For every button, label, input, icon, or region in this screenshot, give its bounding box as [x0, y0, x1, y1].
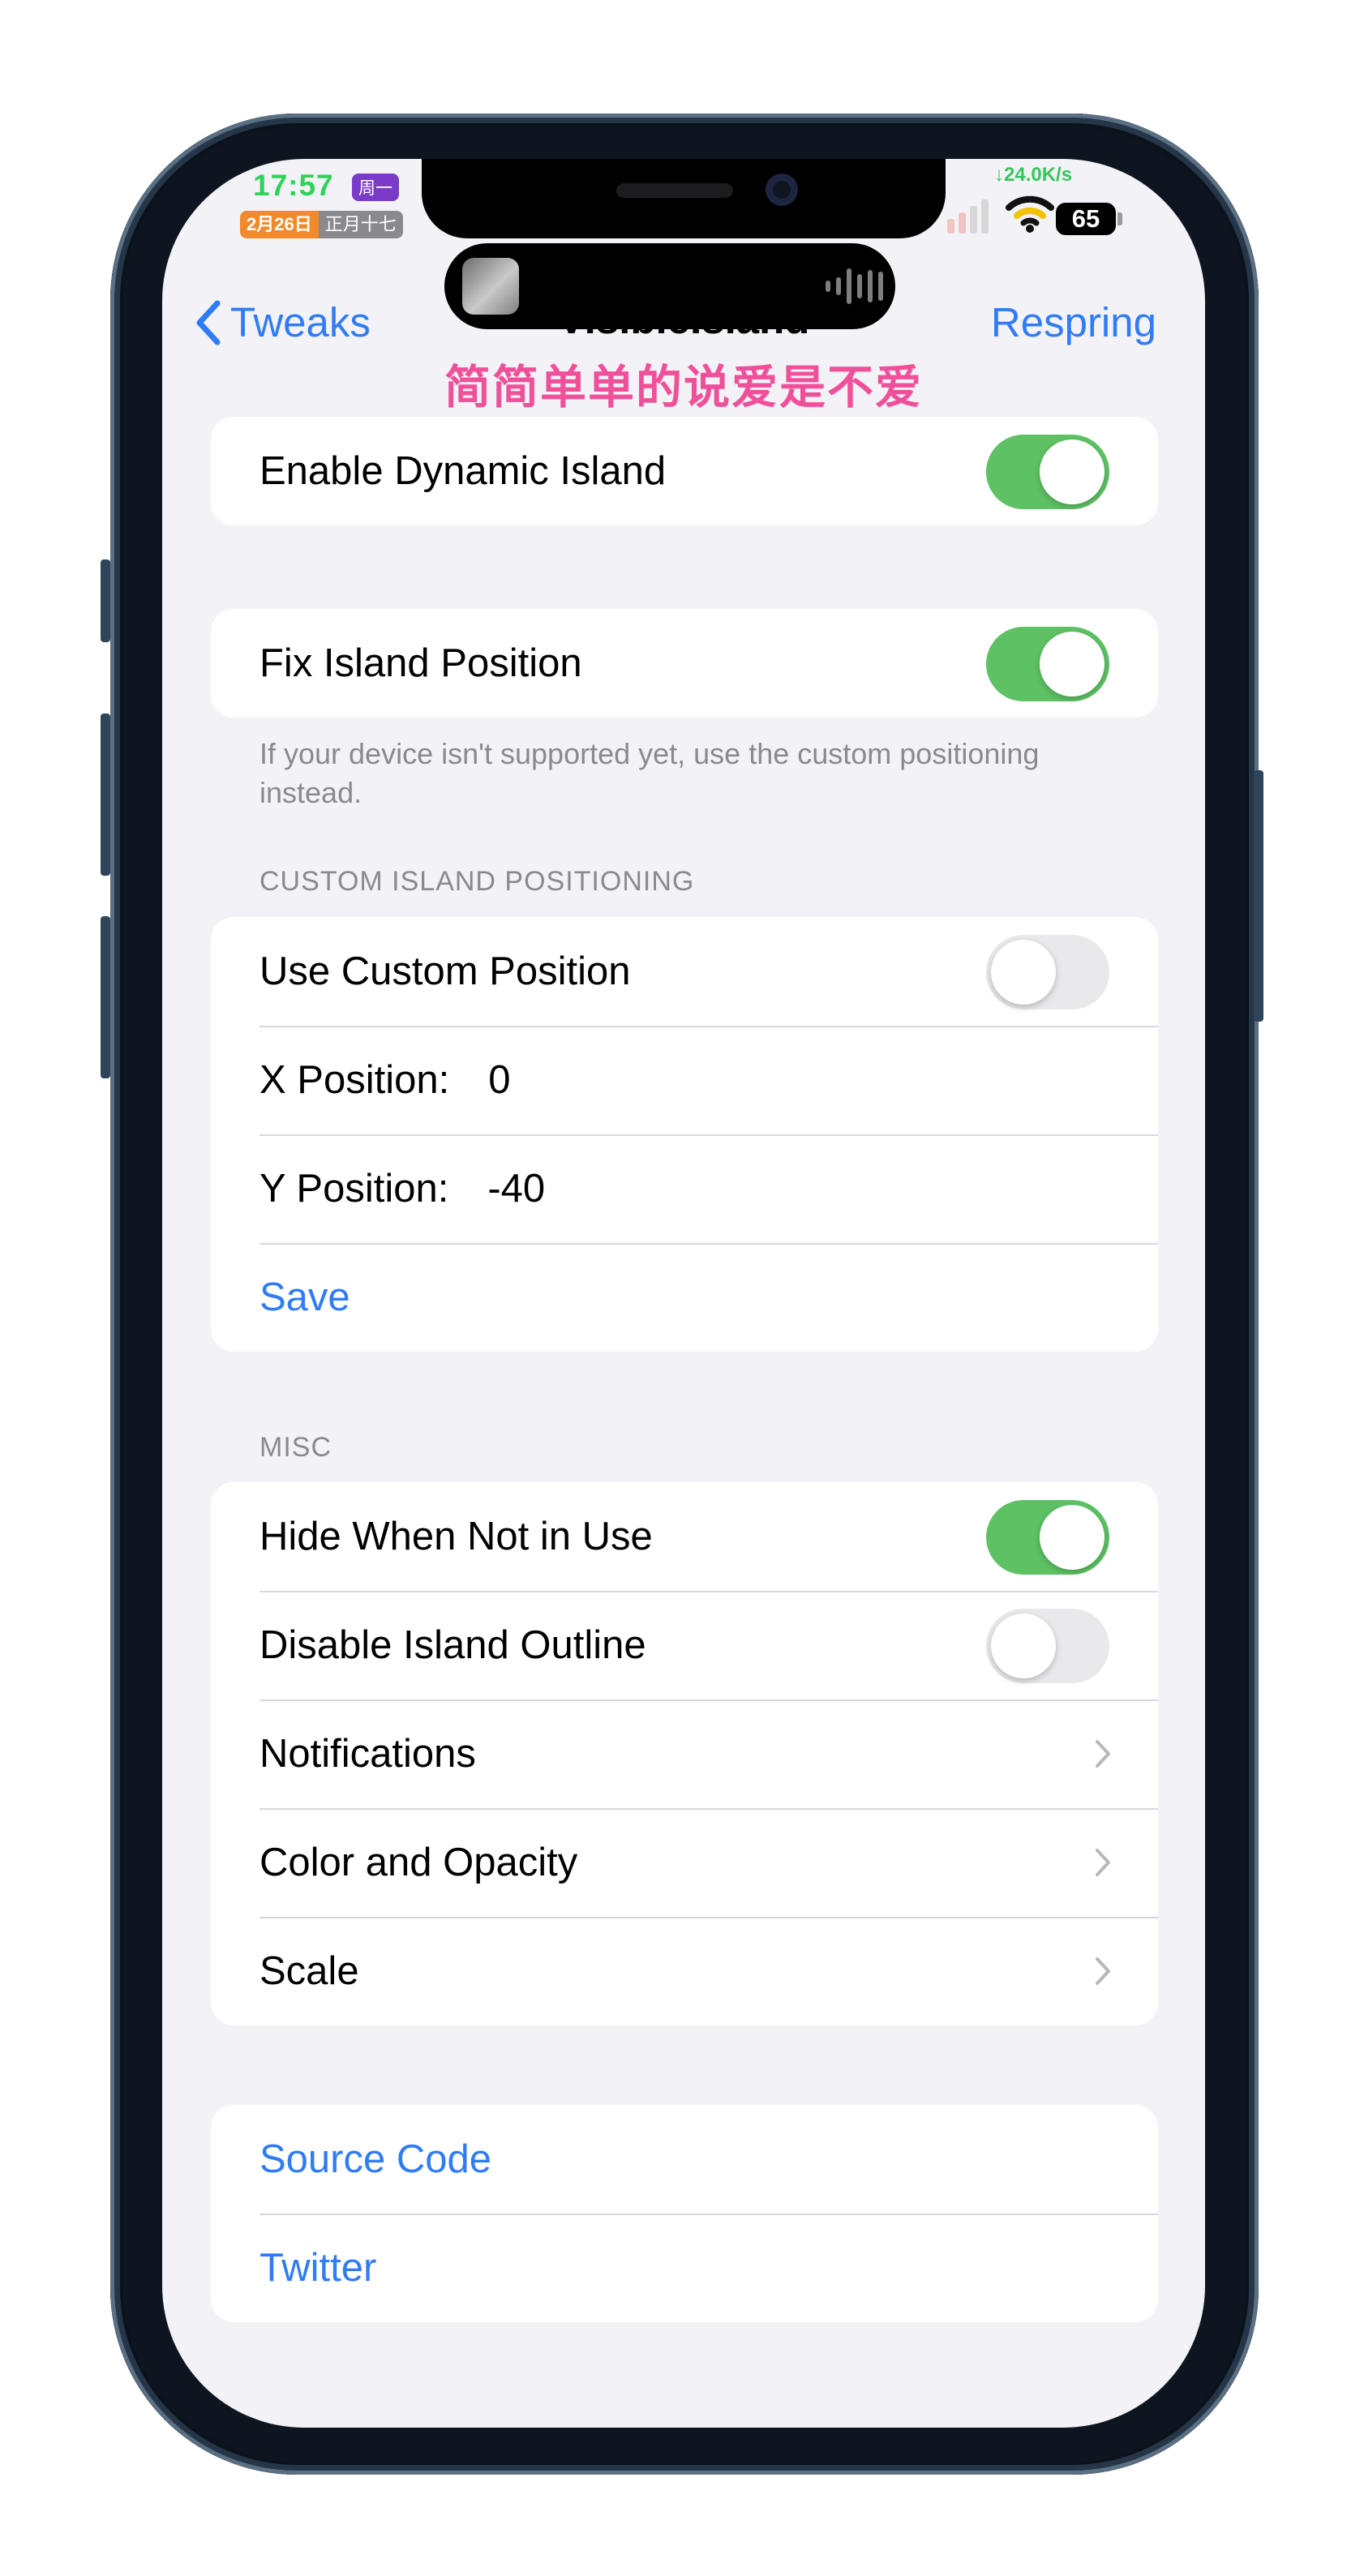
save-button[interactable]: Save	[211, 1243, 1158, 1352]
hide-when-not-in-use-toggle[interactable]	[986, 1500, 1109, 1575]
status-lunar-date: 正月十七	[318, 211, 403, 238]
notifications-row[interactable]: Notifications	[211, 1699, 1158, 1808]
front-camera-icon	[766, 174, 798, 206]
album-art-thumbnail	[462, 258, 519, 315]
scale-label: Scale	[260, 1949, 359, 1993]
custom-positioning-group: Use Custom Position X Position: 0 Y Posi…	[211, 917, 1158, 1352]
enable-dynamic-island-row: Enable Dynamic Island	[211, 417, 1158, 525]
notch	[422, 159, 946, 238]
chevron-left-icon	[196, 300, 221, 345]
chevron-right-icon	[1095, 1699, 1111, 1808]
disable-island-outline-row: Disable Island Outline	[211, 1591, 1158, 1699]
side-button-action	[101, 559, 110, 642]
status-time: 17:57	[253, 169, 334, 202]
y-position-row[interactable]: Y Position: -40	[211, 1134, 1158, 1243]
enable-dynamic-island-label: Enable Dynamic Island	[260, 449, 667, 493]
enable-dynamic-island-toggle[interactable]	[986, 435, 1109, 509]
status-date-badge: 2月26日 正月十七	[240, 211, 403, 238]
battery-icon: 65	[1056, 203, 1116, 235]
side-button-volume-up	[101, 714, 110, 876]
respring-button[interactable]: Respring	[991, 298, 1156, 346]
custom-positioning-header: CUSTOM ISLAND POSITIONING	[260, 866, 695, 897]
use-custom-position-row: Use Custom Position	[211, 917, 1158, 1026]
status-weekday: 周一	[352, 174, 399, 201]
battery-cap	[1117, 212, 1122, 225]
misc-header: MISC	[260, 1432, 332, 1463]
notifications-label: Notifications	[260, 1732, 476, 1776]
fix-position-group: Fix Island Position	[211, 609, 1158, 718]
fix-island-position-toggle[interactable]	[986, 627, 1109, 701]
earpiece-speaker	[616, 183, 733, 198]
status-net-speed: ↓24.0K/s	[994, 164, 1073, 186]
dynamic-island[interactable]	[444, 243, 895, 329]
x-position-label: X Position:	[260, 1058, 450, 1102]
back-button-label: Tweaks	[230, 299, 371, 345]
wifi-icon	[1006, 195, 1054, 233]
overlay-caption: 简简单单的说爱是不爱	[444, 362, 923, 414]
cellular-signal-icon	[947, 196, 989, 234]
side-button-volume-down	[101, 916, 110, 1078]
side-button-power	[1254, 770, 1263, 1022]
chevron-right-icon	[1095, 1917, 1111, 2025]
twitter-link[interactable]: Twitter	[211, 2214, 1158, 2322]
disable-island-outline-toggle[interactable]	[986, 1609, 1109, 1683]
back-button[interactable]: Tweaks	[195, 298, 371, 346]
status-date: 2月26日	[240, 211, 319, 238]
color-and-opacity-row[interactable]: Color and Opacity	[211, 1808, 1158, 1917]
scale-row[interactable]: Scale	[211, 1917, 1158, 2025]
disable-island-outline-label: Disable Island Outline	[260, 1623, 646, 1667]
audio-waveform-icon	[826, 268, 883, 305]
hide-when-not-in-use-label: Hide When Not in Use	[260, 1515, 653, 1558]
links-group: Source Code Twitter	[211, 2105, 1158, 2322]
x-position-row[interactable]: X Position: 0	[211, 1026, 1158, 1134]
fix-position-footer: If your device isn't supported yet, use …	[260, 737, 1040, 809]
chevron-right-icon	[1095, 1808, 1111, 1917]
fix-island-position-label: Fix Island Position	[260, 641, 582, 685]
screen: 17:57 周一 2月26日 正月十七 ↓24.0K/s 65 VisibleI…	[162, 159, 1205, 2428]
source-code-link[interactable]: Source Code	[211, 2105, 1158, 2214]
misc-group: Hide When Not in Use Disable Island Outl…	[211, 1482, 1158, 2025]
x-position-field[interactable]: 0	[488, 1057, 510, 1103]
fix-island-position-row: Fix Island Position	[211, 609, 1158, 718]
y-position-label: Y Position:	[260, 1167, 449, 1211]
use-custom-position-toggle[interactable]	[986, 935, 1109, 1009]
use-custom-position-label: Use Custom Position	[260, 949, 631, 993]
enable-group: Enable Dynamic Island	[211, 417, 1158, 525]
y-position-field[interactable]: -40	[487, 1166, 545, 1211]
color-and-opacity-label: Color and Opacity	[260, 1841, 578, 1884]
hide-when-not-in-use-row: Hide When Not in Use	[211, 1482, 1158, 1591]
